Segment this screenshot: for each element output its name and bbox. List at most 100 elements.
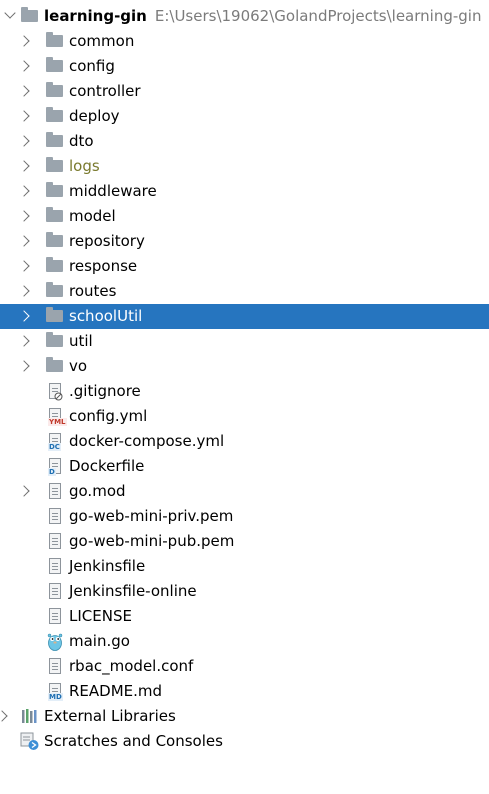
folder-row-util[interactable]: util — [0, 329, 489, 354]
file-row-gitignore[interactable]: .gitignore — [0, 379, 489, 404]
folder-icon — [46, 82, 63, 97]
folder-icon — [46, 232, 63, 247]
folder-label: routes — [69, 282, 117, 300]
external-libraries-row[interactable]: External Libraries — [0, 704, 489, 729]
folder-label: util — [69, 332, 93, 350]
chevron-down-icon[interactable] — [4, 7, 16, 19]
library-icon — [22, 709, 37, 723]
chevron-right-icon[interactable] — [18, 310, 30, 322]
folder-row-dto[interactable]: dto — [0, 129, 489, 154]
folder-label: dto — [69, 132, 94, 150]
go-mod-file-icon — [49, 483, 61, 499]
folder-row-logs[interactable]: logs — [0, 154, 489, 179]
chevron-right-icon[interactable] — [18, 260, 30, 272]
file-row-rbac-conf[interactable]: rbac_model.conf — [0, 654, 489, 679]
file-row-jenkinsfile-online[interactable]: Jenkinsfile-online — [0, 579, 489, 604]
folder-label: middleware — [69, 182, 157, 200]
folder-icon — [46, 257, 63, 272]
text-file-icon — [49, 608, 61, 624]
chevron-right-icon[interactable] — [18, 360, 30, 372]
folder-icon — [46, 132, 63, 147]
folder-label: logs — [69, 157, 100, 175]
file-row-main-go[interactable]: main.go — [0, 629, 489, 654]
folder-row-response[interactable]: response — [0, 254, 489, 279]
chevron-right-icon[interactable] — [18, 160, 30, 172]
file-badge: MD — [48, 693, 63, 701]
folder-label: common — [69, 32, 135, 50]
chevron-right-icon[interactable] — [18, 85, 30, 97]
folder-row-config[interactable]: config — [0, 54, 489, 79]
chevron-right-icon[interactable] — [18, 135, 30, 147]
file-row-config-yml[interactable]: YML config.yml — [0, 404, 489, 429]
chevron-right-icon[interactable] — [18, 110, 30, 122]
chevron-right-icon[interactable] — [18, 210, 30, 222]
go-gopher-icon — [47, 633, 63, 651]
folder-label: deploy — [69, 107, 120, 125]
file-label: config.yml — [69, 407, 148, 425]
chevron-right-icon[interactable] — [18, 335, 30, 347]
file-row-license[interactable]: LICENSE — [0, 604, 489, 629]
chevron-right-icon[interactable] — [18, 235, 30, 247]
yaml-file-icon: YML — [48, 408, 67, 426]
text-file-icon — [49, 658, 61, 674]
folder-row-repository[interactable]: repository — [0, 229, 489, 254]
folder-row-common[interactable]: common — [0, 29, 489, 54]
folder-icon — [46, 57, 63, 72]
folder-row-routes[interactable]: routes — [0, 279, 489, 304]
file-badge: YML — [48, 418, 67, 426]
file-row-pub-pem[interactable]: go-web-mini-pub.pem — [0, 529, 489, 554]
folder-row-vo[interactable]: vo — [0, 354, 489, 379]
folder-icon — [46, 107, 63, 122]
file-row-jenkinsfile[interactable]: Jenkinsfile — [0, 554, 489, 579]
file-label: .gitignore — [69, 382, 141, 400]
file-row-dockerfile[interactable]: D Dockerfile — [0, 454, 489, 479]
file-label: README.md — [69, 682, 163, 700]
file-badge: D — [48, 468, 56, 476]
scratches-label: Scratches and Consoles — [44, 732, 223, 750]
folder-row-middleware[interactable]: middleware — [0, 179, 489, 204]
folder-label: vo — [69, 357, 88, 375]
file-label: docker-compose.yml — [69, 432, 225, 450]
folder-row-model[interactable]: model — [0, 204, 489, 229]
chevron-right-icon[interactable] — [18, 60, 30, 72]
scratches-row[interactable]: Scratches and Consoles — [0, 729, 489, 754]
project-root-row[interactable]: learning-gin E:\Users\19062\GolandProject… — [0, 4, 489, 29]
file-label: go-web-mini-priv.pem — [69, 507, 234, 525]
file-row-docker-compose[interactable]: DC docker-compose.yml — [0, 429, 489, 454]
gitignore-file-icon — [49, 383, 63, 401]
folder-label: repository — [69, 232, 145, 250]
folder-icon — [46, 282, 63, 297]
chevron-right-icon[interactable] — [18, 35, 30, 47]
folder-icon — [46, 357, 63, 372]
folder-label: schoolUtil — [69, 307, 143, 325]
chevron-right-icon[interactable] — [18, 285, 30, 297]
file-label: Jenkinsfile-online — [69, 582, 197, 600]
project-path: E:\Users\19062\GolandProjects\learning-g… — [154, 7, 482, 25]
project-name: learning-gin — [44, 7, 147, 25]
file-row-priv-pem[interactable]: go-web-mini-priv.pem — [0, 504, 489, 529]
chevron-right-icon[interactable] — [18, 485, 30, 497]
folder-icon — [21, 7, 38, 22]
folder-icon — [46, 332, 63, 347]
folder-row-controller[interactable]: controller — [0, 79, 489, 104]
file-label: Dockerfile — [69, 457, 145, 475]
folder-row-deploy[interactable]: deploy — [0, 104, 489, 129]
folder-row-schoolUtil[interactable]: schoolUtil — [0, 304, 489, 329]
text-file-icon — [49, 583, 61, 599]
file-label: LICENSE — [69, 607, 132, 625]
scratches-icon — [20, 732, 39, 750]
file-badge: DC — [48, 443, 61, 451]
folder-label: controller — [69, 82, 141, 100]
folder-label: model — [69, 207, 116, 225]
chevron-right-icon[interactable] — [0, 710, 8, 722]
markdown-file-icon: MD — [48, 683, 63, 701]
file-label: go-web-mini-pub.pem — [69, 532, 235, 550]
dockerfile-icon: D — [48, 458, 61, 476]
file-label: rbac_model.conf — [69, 657, 194, 675]
folder-icon — [46, 182, 63, 197]
chevron-right-icon[interactable] — [18, 185, 30, 197]
file-row-go-mod[interactable]: go.mod — [0, 479, 489, 504]
folder-icon — [46, 307, 63, 322]
folder-label: response — [69, 257, 138, 275]
file-row-readme[interactable]: MD README.md — [0, 679, 489, 704]
